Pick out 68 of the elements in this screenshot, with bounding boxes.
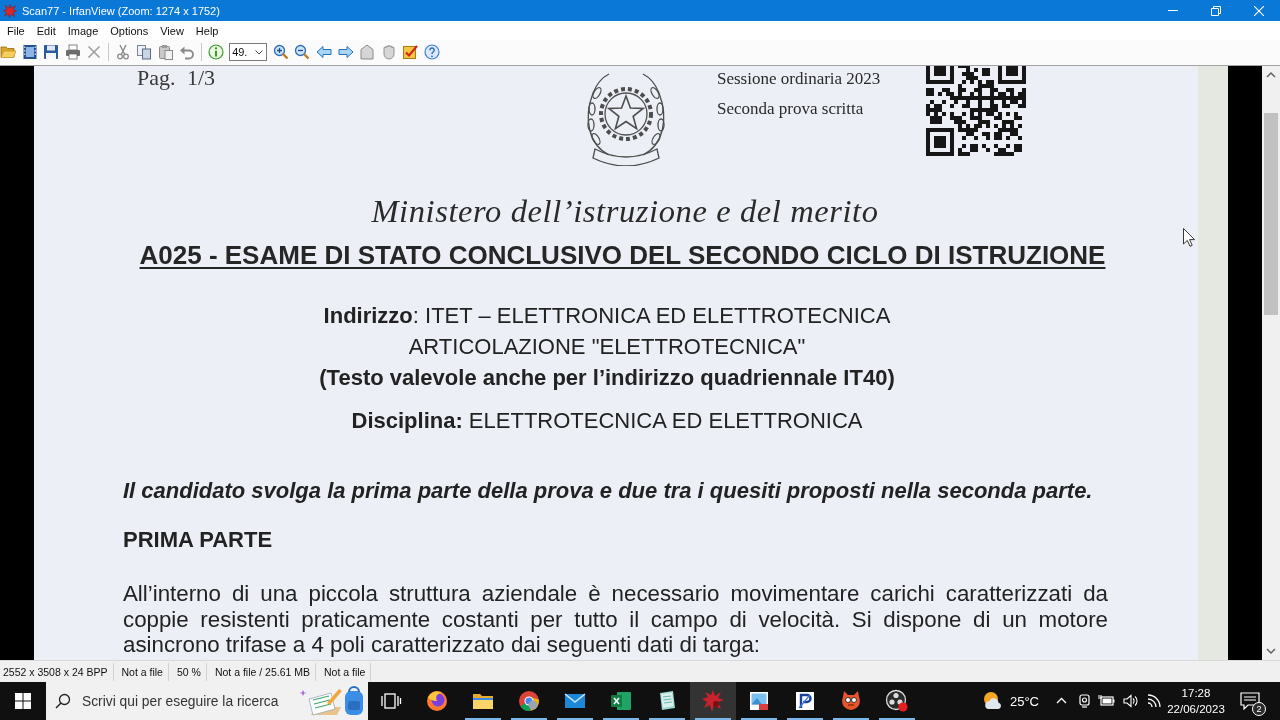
menu-item[interactable]: Options: [104, 23, 155, 38]
search-icon: [55, 693, 71, 709]
status-field: 2552 x 3508 x 24 BPP: [0, 662, 114, 681]
discipline-line: Disciplina: ELETTROTECNICA ED ELETTRONICA: [350, 407, 864, 435]
ministry-heading: Ministero dell’istruzione e del merito: [370, 193, 880, 229]
menu-item[interactable]: File: [1, 23, 31, 38]
session-line: Sessione ordinaria 2023: [717, 68, 882, 90]
minimize-icon: [1167, 10, 1178, 11]
cat-icon: [839, 689, 863, 713]
splat-icon: [3, 3, 17, 18]
status-field: Not a file: [321, 662, 372, 681]
info-icon[interactable]: [207, 44, 224, 60]
zoom-in-icon[interactable]: [272, 44, 289, 60]
menu-item[interactable]: Image: [61, 23, 105, 38]
page-number: Pag. 1/3: [137, 66, 217, 90]
arrow-left-icon[interactable]: [315, 44, 332, 60]
menu-item[interactable]: View: [154, 23, 190, 38]
search-box[interactable]: Scrivi qui per eseguire la ricerca: [46, 682, 368, 720]
caret-icon: [255, 49, 264, 55]
note-line: (Testo valevole anche per l’indirizzo quadriennale IT40): [318, 364, 896, 392]
globe-icon: [425, 689, 449, 713]
arrow-right-icon[interactable]: [337, 44, 354, 60]
section-heading: PRIMA PARTE: [122, 526, 274, 554]
scroll-thumb[interactable]: [1264, 113, 1278, 315]
window-title: Scan77 - IrfanView (Zoom: 1274 x 1752): [22, 4, 221, 17]
weather-temperature[interactable]: 25°C: [1009, 693, 1039, 709]
zoom-out-icon[interactable]: [294, 44, 311, 60]
segmented-circle-icon: [517, 689, 541, 713]
spreadsheet-icon: [609, 689, 633, 713]
zoom-combobox[interactable]: 49.: [229, 43, 268, 61]
scissors-icon[interactable]: [114, 44, 131, 60]
copy-icon[interactable]: [136, 44, 153, 60]
clock-date[interactable]: 22/06/2023: [1167, 701, 1225, 717]
instructions-text: Il candidato svolga la prima parte della prova e due tra i quesiti proposti nella seconda parte.: [122, 477, 1094, 505]
exam-title: A025 - ESAME DI STATO CONCLUSIVO DEL SECONDO CICLO DI ISTRUZIONE: [138, 239, 1107, 271]
undo-icon[interactable]: [179, 44, 196, 60]
menu-item[interactable]: Edit: [30, 23, 62, 38]
articulation-line: ARTICOLAZIONE "ELETTROTECNICA": [407, 333, 807, 361]
disc-icon: [885, 689, 909, 713]
splat-icon: [701, 689, 725, 713]
taskbar-app-button[interactable]: [690, 682, 736, 720]
message-icon: [1240, 692, 1260, 710]
tile-icon: [793, 689, 817, 713]
clock-time[interactable]: 17:28: [1181, 685, 1211, 701]
pentagon-icon[interactable]: [359, 44, 376, 60]
status-field: Not a file / 25.61 MB: [211, 662, 316, 681]
restore-icon: [1210, 5, 1221, 16]
printer-icon[interactable]: [64, 44, 81, 60]
picture-icon: [747, 689, 771, 713]
menu-item[interactable]: Help: [189, 23, 225, 38]
status-field: Not a file: [118, 662, 169, 681]
paste-icon[interactable]: [157, 44, 174, 60]
session-line: Seconda prova scritta: [717, 98, 865, 120]
checkbox-icon[interactable]: [402, 44, 419, 60]
body-paragraph: All’interno di una piccola struttura aziendale è necessario movimentare carichi caratterizzati da coppie resistenti praticamente costanti per tutto il campo di velocità. Si dispone di un motore asincrono trifase a 4 poli caratterizzato dai seguenti dati di targa:: [123, 581, 1108, 658]
vertical-scrollbar[interactable]: [1262, 66, 1280, 660]
folder-icon[interactable]: [0, 44, 16, 60]
notifications-button[interactable]: 2: [1227, 682, 1273, 720]
film-strip-icon[interactable]: [21, 44, 38, 60]
close-icon: [1253, 5, 1264, 16]
save-icon[interactable]: [43, 44, 60, 60]
notification-count: 2: [1252, 702, 1266, 716]
help-icon[interactable]: [423, 44, 440, 60]
mouse-pointer-icon: [1183, 228, 1195, 247]
windows-logo-icon: [15, 693, 31, 709]
status-field: 50 %: [173, 662, 207, 681]
address-line: Indirizzo: ITET – ELETTRONICA ED ELETTROTECNICA: [322, 302, 892, 330]
search-field[interactable]: Scrivi qui per eseguire la ricerca: [82, 693, 295, 709]
